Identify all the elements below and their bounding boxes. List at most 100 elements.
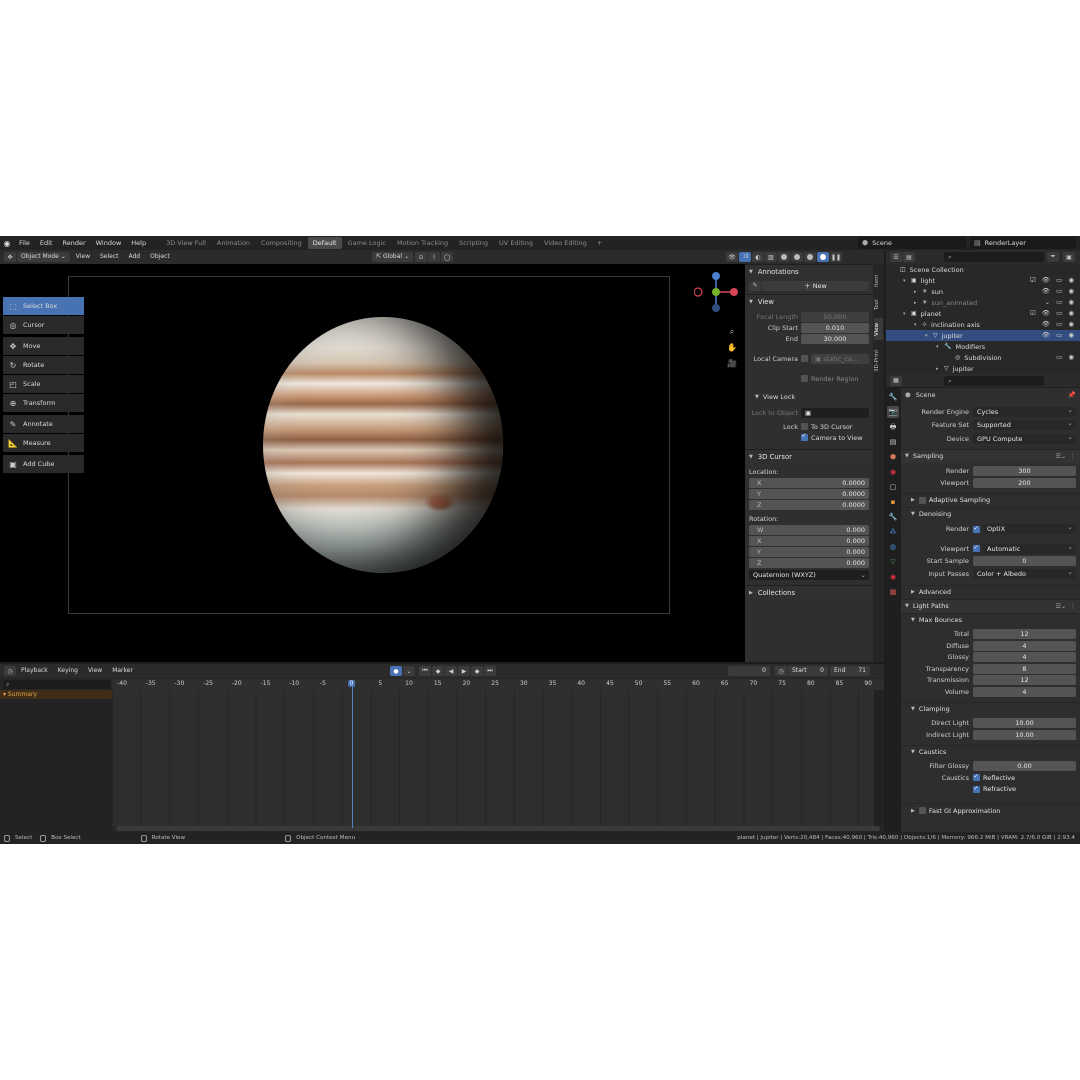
- cursor-rotation-y-field[interactable]: Y 0.000: [749, 546, 869, 557]
- direct-light-field[interactable]: 10.00: [973, 718, 1076, 729]
- particles-tab-icon[interactable]: ⁂: [887, 526, 899, 538]
- timeline-menu-playback[interactable]: Playback: [17, 666, 52, 676]
- reflective-checkbox[interactable]: [973, 772, 980, 782]
- viewport-menu-object[interactable]: Object: [146, 252, 174, 262]
- filter-glossy-field[interactable]: 0.00: [973, 761, 1076, 772]
- denoising-header[interactable]: ▼ Denoising: [901, 506, 1080, 521]
- render-region-checkbox[interactable]: [801, 375, 808, 382]
- visibility-toggles[interactable]: 👁 ▭ ◉: [1042, 287, 1076, 295]
- expand-arrow-icon[interactable]: ▾: [925, 333, 933, 339]
- cursor-rotation-x-field[interactable]: X 0.000: [749, 535, 869, 546]
- menu-window[interactable]: Window: [91, 236, 127, 250]
- outliner-row-jupiter[interactable]: ▸ ▽ jupiter: [886, 363, 1080, 374]
- pin-icon[interactable]: 📌: [1068, 391, 1076, 399]
- visibility-toggles[interactable]: 👁 ▭ ◉: [1042, 320, 1076, 328]
- menu-file[interactable]: File: [14, 236, 35, 250]
- prev-keyframe-icon[interactable]: ◆: [432, 666, 444, 676]
- proportional-icon[interactable]: ◯: [441, 252, 454, 262]
- summary-channel[interactable]: ▾ Summary: [0, 690, 112, 699]
- expand-arrow-icon[interactable]: ▾: [914, 322, 922, 328]
- texture-tab-icon[interactable]: ▩: [887, 586, 899, 598]
- local-camera-checkbox[interactable]: [801, 355, 808, 362]
- tool-scale[interactable]: ◰ Scale: [3, 375, 84, 393]
- 3d-cursor-panel-header[interactable]: ▼ 3D Cursor: [745, 449, 873, 463]
- outliner-row-jupiter[interactable]: ▾ ▽ jupiter 👁 ▭ ◉: [886, 330, 1080, 341]
- start-sample-field[interactable]: 0: [973, 556, 1076, 567]
- filter-icon[interactable]: ⏷: [1047, 252, 1059, 262]
- viewport-samples-field[interactable]: 200: [973, 477, 1076, 488]
- cursor-location-z-field[interactable]: Z 0.0000: [749, 499, 869, 510]
- tool-move[interactable]: ✥ Move: [3, 337, 84, 355]
- timeline-editor-type-icon[interactable]: ◷: [4, 666, 16, 676]
- tool-annotate[interactable]: ✎ Annotate: [3, 415, 84, 433]
- timeline-scrollbar[interactable]: [116, 826, 880, 831]
- bounce-field-total[interactable]: 12: [973, 629, 1076, 640]
- indirect-light-field[interactable]: 10.00: [973, 729, 1076, 740]
- outliner-row-scene-collection[interactable]: ◫ Scene Collection: [886, 264, 1080, 275]
- pan-hand-icon[interactable]: ✋: [726, 342, 738, 354]
- feature-set-dropdown[interactable]: Supported: [973, 418, 1076, 431]
- dopesheet-area[interactable]: [112, 690, 884, 826]
- tab-3d-view-full[interactable]: 3D View Full: [161, 237, 211, 249]
- clip-end-field[interactable]: 30.000: [801, 333, 869, 344]
- tool-rotate[interactable]: ↻ Rotate: [3, 356, 84, 374]
- properties-editor-type-icon[interactable]: ▦: [890, 375, 902, 386]
- outliner-row-subdivision[interactable]: ◎ Subdivision ▭ ◉: [886, 352, 1080, 363]
- new-collection-icon[interactable]: ▣: [1063, 252, 1075, 262]
- timeline-menu-keying[interactable]: Keying: [54, 666, 82, 676]
- lock-to-object-field[interactable]: ▣: [801, 407, 869, 418]
- channel-search-input[interactable]: ⌕: [3, 680, 110, 689]
- view-layer-tab-icon[interactable]: ▤: [887, 436, 899, 448]
- editor-type-icon[interactable]: ✥: [4, 252, 16, 262]
- gizmo-toggle-icon[interactable]: ⤨: [739, 252, 751, 262]
- blender-logo-icon[interactable]: ◉: [0, 236, 14, 250]
- viewport-menu-select[interactable]: Select: [96, 252, 123, 262]
- physics-tab-icon[interactable]: ◍: [887, 541, 899, 553]
- timeline-menu-view[interactable]: View: [84, 666, 106, 676]
- annotation-layer-icon[interactable]: ✎: [749, 280, 761, 291]
- tool-add-cube[interactable]: ▣ Add Cube: [3, 455, 84, 473]
- object-tab-icon[interactable]: ▪: [887, 496, 899, 508]
- view-layer-selector[interactable]: ▤ RenderLayer: [970, 237, 1076, 249]
- tab-scripting[interactable]: Scripting: [454, 237, 493, 249]
- menu-render[interactable]: Render: [57, 236, 90, 250]
- wireframe-shading-icon[interactable]: [778, 252, 790, 262]
- bounce-field-transparency[interactable]: 8: [973, 663, 1076, 674]
- fast-gi-header[interactable]: ▶ Fast GI Approximation: [901, 803, 1080, 817]
- fast-gi-checkbox[interactable]: [918, 807, 926, 814]
- end-frame-field[interactable]: End 71: [830, 666, 870, 676]
- outliner-row-modifiers[interactable]: ▾ 🔧 Modifiers: [886, 341, 1080, 352]
- outliner-row-sun_animated[interactable]: ▸ ☀ sun_animated ⌄ ▭ ◉: [886, 297, 1080, 308]
- render-tab-icon[interactable]: 📷: [887, 406, 899, 418]
- menu-edit[interactable]: Edit: [35, 236, 58, 250]
- visibility-toggles[interactable]: ⌄ ▭ ◉: [1045, 298, 1076, 306]
- world-tab-icon[interactable]: ◉: [887, 466, 899, 478]
- expand-arrow-icon[interactable]: ▸: [914, 300, 922, 306]
- tool-cursor[interactable]: ◎ Cursor: [3, 316, 84, 334]
- modifier-tab-icon[interactable]: 🔧: [887, 511, 899, 523]
- mode-selector[interactable]: Object Mode ⌄: [17, 252, 70, 262]
- rendered-shading-icon[interactable]: [817, 252, 829, 262]
- max-bounces-header[interactable]: ▼ Max Bounces: [901, 612, 1080, 627]
- scene-tab-icon[interactable]: ⬢: [887, 451, 899, 463]
- viewport-menu-view[interactable]: View: [72, 252, 94, 262]
- menu-help[interactable]: Help: [126, 236, 151, 250]
- material-tab-icon[interactable]: ◉: [887, 571, 899, 583]
- solid-shading-icon[interactable]: [791, 252, 803, 262]
- camera-view-icon[interactable]: 🎥: [726, 358, 738, 370]
- bounce-field-volume[interactable]: 4: [973, 686, 1076, 697]
- next-keyframe-icon[interactable]: ◆: [471, 666, 483, 676]
- snap-icon[interactable]: ⌇: [428, 252, 441, 262]
- camera-to-view-checkbox[interactable]: [801, 432, 808, 441]
- caustics-header[interactable]: ▼ Caustics: [901, 744, 1080, 759]
- bounce-field-glossy[interactable]: 4: [973, 652, 1076, 663]
- bounce-field-diffuse[interactable]: 4: [973, 640, 1076, 651]
- view-lock-subpanel[interactable]: ▼ View Lock: [745, 391, 873, 402]
- outliner-row-sun[interactable]: ▸ ☀ sun 👁 ▭ ◉: [886, 286, 1080, 297]
- outliner-editor-type-icon[interactable]: ☰: [890, 252, 902, 262]
- render-samples-field[interactable]: 300: [973, 466, 1076, 477]
- clamping-header[interactable]: ▼ Clamping: [901, 701, 1080, 716]
- add-workspace-button[interactable]: +: [593, 239, 606, 247]
- outliner-search-input[interactable]: ⌕: [944, 252, 1044, 262]
- denoiser-viewport-dropdown[interactable]: Automatic: [983, 542, 1076, 554]
